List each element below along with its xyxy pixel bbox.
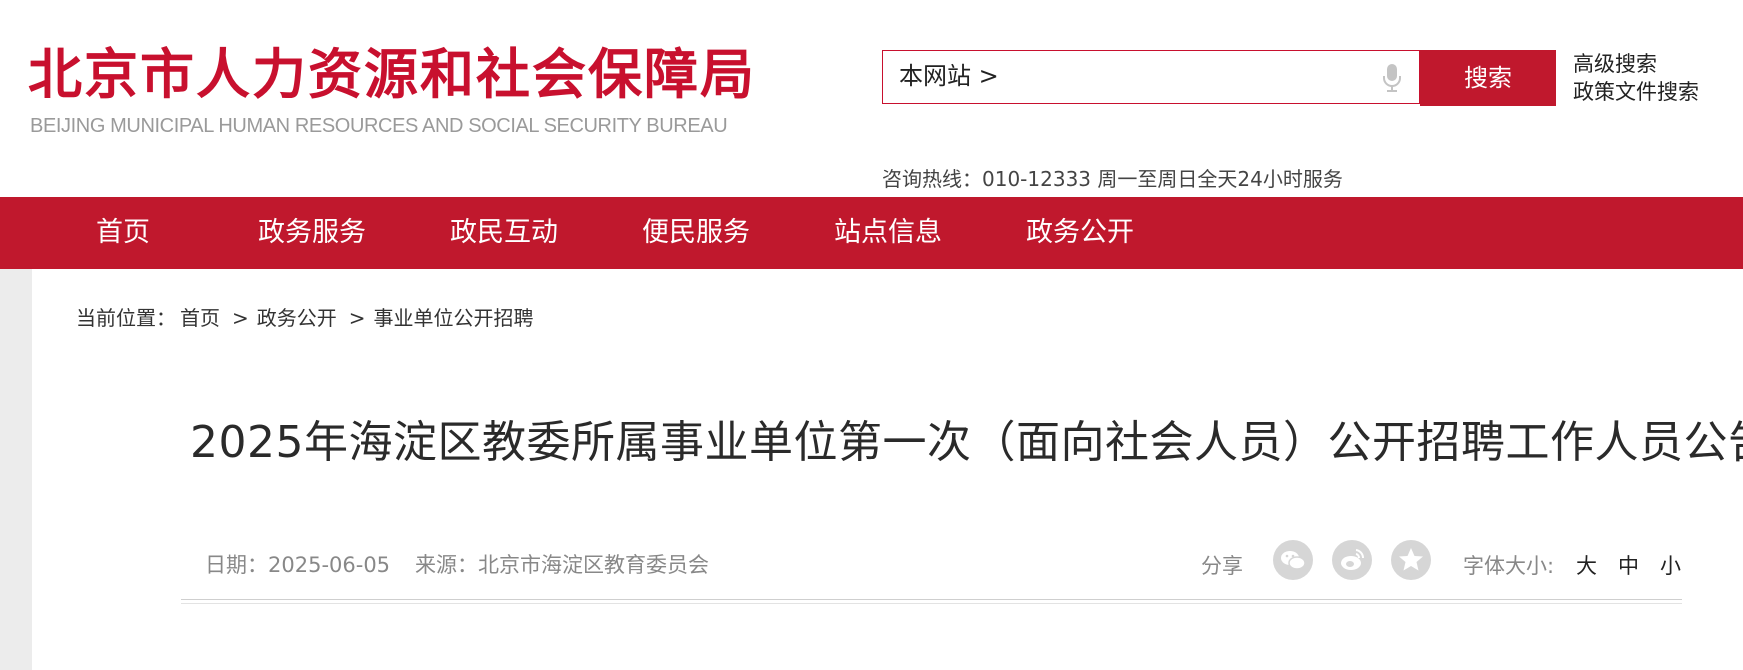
- policy-search-link[interactable]: 政策文件搜索: [1573, 78, 1699, 106]
- breadcrumb: 当前位置： 首页 > 政务公开 > 事业单位公开招聘: [76, 302, 538, 331]
- share-label: 分享: [1201, 554, 1243, 578]
- font-size-small-button[interactable]: 小: [1660, 550, 1681, 580]
- font-size-label: 字体大小:: [1463, 554, 1555, 578]
- search-input[interactable]: 本网站 >: [882, 50, 1420, 104]
- search-button[interactable]: 搜索: [1420, 50, 1556, 106]
- font-size-large-button[interactable]: 大: [1576, 550, 1597, 580]
- breadcrumb-separator: >: [232, 306, 249, 330]
- nav-item-interaction[interactable]: 政民互动: [450, 197, 558, 269]
- site-logo-chinese[interactable]: 北京市人力资源和社会保障局: [28, 42, 756, 108]
- microphone-icon[interactable]: [1381, 63, 1403, 93]
- article-title: 2025年海淀区教委所属事业单位第一次（面向社会人员）公开招聘工作人员公告: [190, 417, 1743, 468]
- breadcrumb-item-open-government[interactable]: 政务公开: [257, 306, 337, 330]
- nav-item-public-services[interactable]: 便民服务: [642, 197, 750, 269]
- favorite-icon[interactable]: [1391, 540, 1431, 580]
- search-scope-selector[interactable]: 本网站 >: [899, 51, 999, 103]
- breadcrumb-item-recruitment[interactable]: 事业单位公开招聘: [374, 306, 534, 330]
- meta-divider: [181, 599, 1682, 600]
- breadcrumb-item-home[interactable]: 首页: [180, 306, 220, 330]
- meta-divider-secondary: [181, 603, 1682, 604]
- nav-item-site-info[interactable]: 站点信息: [834, 197, 942, 269]
- search-links: 高级搜索 政策文件搜索: [1573, 50, 1699, 106]
- weibo-icon[interactable]: [1332, 540, 1372, 580]
- advanced-search-link[interactable]: 高级搜索: [1573, 50, 1699, 78]
- main-nav: 首页 政务服务 政民互动 便民服务 站点信息 政务公开: [0, 197, 1743, 269]
- breadcrumb-prefix: 当前位置：: [76, 306, 176, 330]
- nav-item-government-services[interactable]: 政务服务: [258, 197, 366, 269]
- article-date: 日期：2025-06-05: [205, 553, 391, 577]
- site-logo-english: BEIJING MUNICIPAL HUMAN RESOURCES AND SO…: [30, 115, 728, 137]
- breadcrumb-separator: >: [348, 306, 366, 330]
- site-header: 北京市人力资源和社会保障局 BEIJING MUNICIPAL HUMAN RE…: [0, 0, 1743, 197]
- left-margin-strip: [0, 269, 32, 670]
- wechat-icon[interactable]: [1273, 540, 1313, 580]
- article-source: 来源：北京市海淀区教育委员会: [415, 553, 709, 577]
- nav-item-open-government[interactable]: 政务公开: [1026, 197, 1134, 269]
- font-size-medium-button[interactable]: 中: [1618, 550, 1639, 580]
- nav-item-home[interactable]: 首页: [96, 197, 150, 269]
- hotline-text: 咨询热线：010-12333 周一至周日全天24小时服务: [882, 167, 1343, 191]
